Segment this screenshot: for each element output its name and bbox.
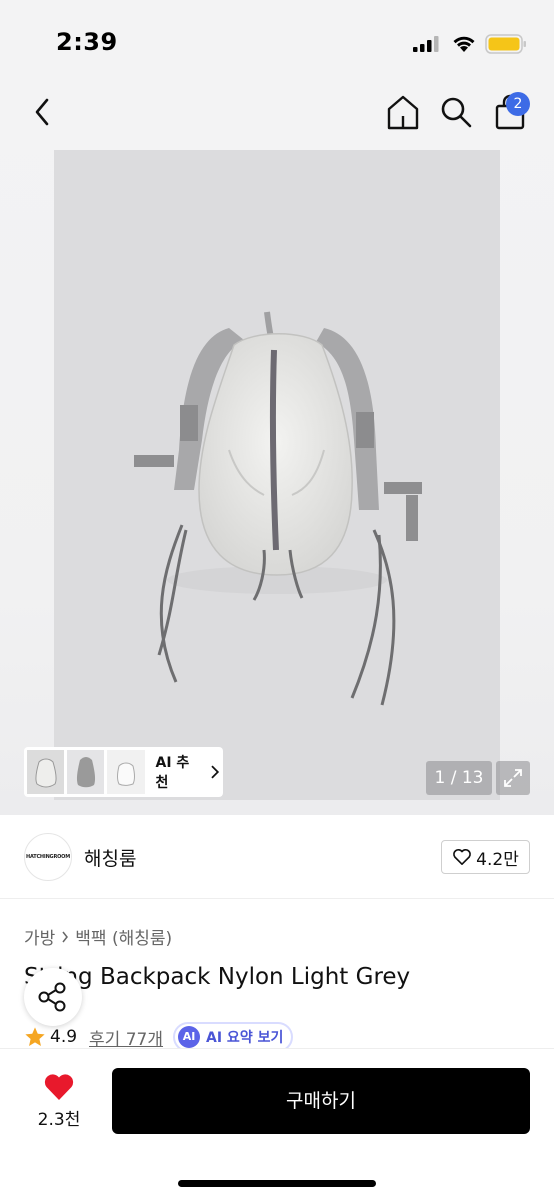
home-indicator xyxy=(178,1180,376,1187)
wifi-icon xyxy=(453,36,475,52)
share-button[interactable] xyxy=(24,968,82,1026)
heart-outline-icon xyxy=(453,849,472,866)
thumbnail-2[interactable] xyxy=(67,750,105,794)
status-time: 2:39 xyxy=(56,28,118,56)
home-icon[interactable] xyxy=(384,92,422,132)
share-icon xyxy=(38,982,66,1012)
brand-like-count: 4.2만 xyxy=(476,849,519,870)
brand-name[interactable]: 해칭룸 xyxy=(84,844,136,871)
ai-badge-icon: AI xyxy=(178,1026,201,1048)
chevron-right-icon[interactable] xyxy=(210,765,220,779)
brand-row: HATCHINGROOM 해칭룸 4.2만 xyxy=(0,815,554,899)
product-image[interactable] xyxy=(54,150,500,800)
bottom-action-bar: 2.3천 구매하기 xyxy=(0,1048,554,1200)
heart-filled-icon xyxy=(44,1074,74,1100)
breadcrumb: 가방 백팩 (해칭룸) xyxy=(24,924,172,949)
thumbnail-1[interactable] xyxy=(27,750,65,794)
rating-value: 4.9 xyxy=(50,1027,78,1047)
thumbnail-strip: AI 추천 xyxy=(24,747,223,797)
image-pager: 1 / 13 xyxy=(426,761,492,795)
wishlist-count: 2.3천 xyxy=(37,1110,81,1130)
ai-summary-label: AI 요약 보기 xyxy=(206,1030,284,1046)
reviews-link[interactable]: 후기 77개 xyxy=(89,1025,163,1050)
backpack-illustration xyxy=(134,311,422,706)
status-bar: 2:39 xyxy=(0,0,554,88)
expand-button[interactable] xyxy=(496,761,530,795)
wishlist-button[interactable]: 2.3천 xyxy=(24,1069,94,1139)
expand-icon xyxy=(504,769,522,787)
brand-logo[interactable]: HATCHINGROOM xyxy=(24,833,72,881)
thumbnail-3[interactable] xyxy=(107,750,145,794)
cart-count-badge: 2 xyxy=(506,92,530,116)
breadcrumb-item[interactable]: 백팩 (해칭룸) xyxy=(75,924,172,949)
star-icon xyxy=(25,1027,45,1046)
cellular-signal-icon xyxy=(413,36,439,52)
chevron-right-icon xyxy=(62,931,69,942)
ai-recommend-label[interactable]: AI 추천 xyxy=(156,752,202,792)
buy-button[interactable]: 구매하기 xyxy=(112,1068,530,1134)
brand-like-button[interactable]: 4.2만 xyxy=(441,840,530,874)
battery-icon xyxy=(485,34,526,54)
search-icon[interactable] xyxy=(438,94,474,130)
breadcrumb-item[interactable]: 가방 xyxy=(24,924,55,949)
chevron-left-icon[interactable] xyxy=(28,94,58,130)
